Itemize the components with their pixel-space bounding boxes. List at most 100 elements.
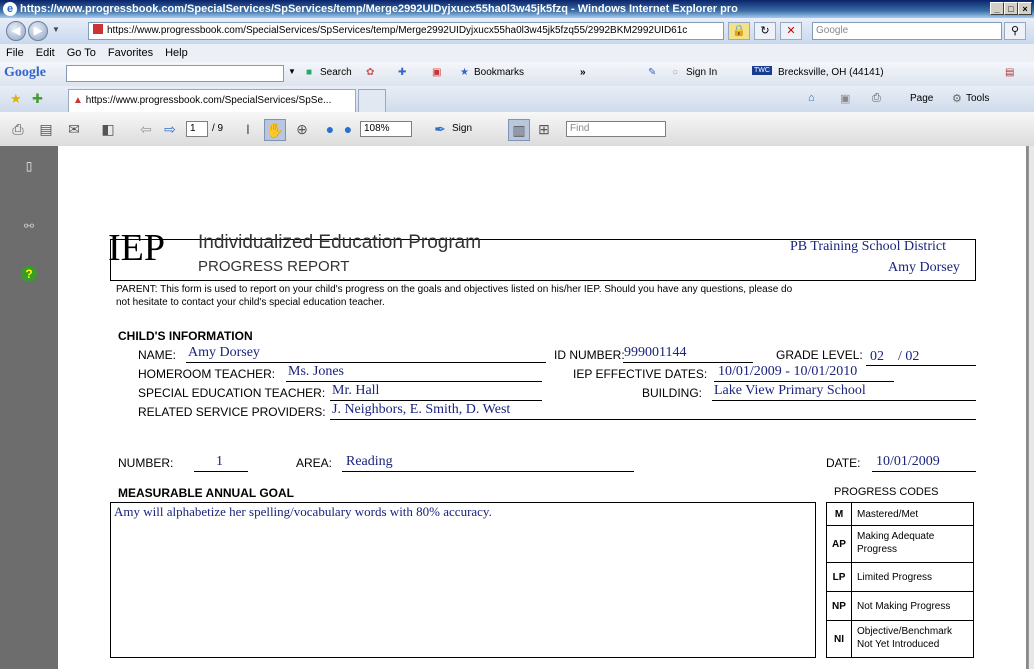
- menu-go-to[interactable]: Go To: [61, 44, 102, 62]
- code-row: LP Limited Progress: [827, 563, 973, 592]
- home-icon[interactable]: ⌂: [808, 92, 815, 104]
- menu-edit[interactable]: Edit: [30, 44, 61, 62]
- security-lock-icon[interactable]: 🔒: [728, 22, 750, 40]
- page-menu[interactable]: Page: [910, 93, 933, 104]
- bookmarks-star-icon[interactable]: ★: [460, 67, 469, 78]
- fit-width-icon[interactable]: ▥: [508, 119, 530, 141]
- google-toolbar: Google ▼ ■ Search ✿ ✚ ▣ ★ Bookmarks » ✎ …: [0, 62, 1034, 87]
- code-desc: Mastered/Met: [857, 508, 919, 520]
- report-date: 10/01/2009: [876, 454, 940, 469]
- print-icon[interactable]: ⎙: [8, 119, 28, 139]
- zoom-in-icon[interactable]: ●: [338, 119, 358, 139]
- more-chevron-icon[interactable]: »: [580, 67, 586, 78]
- zoom-select[interactable]: 108%: [360, 121, 412, 137]
- menu-file[interactable]: File: [0, 44, 30, 62]
- parent-note-line2: not hesitate to contact your child's spe…: [116, 297, 385, 308]
- google-search-input[interactable]: [66, 65, 284, 82]
- close-window-button[interactable]: ×: [1018, 2, 1032, 15]
- fit-page-icon[interactable]: ⊞: [534, 119, 554, 139]
- hand-doc-icon[interactable]: ◧: [98, 119, 118, 139]
- print-icon[interactable]: ⎙: [872, 92, 881, 105]
- email-icon[interactable]: ✉: [64, 119, 84, 139]
- code-row: M Mastered/Met: [827, 503, 973, 526]
- code-abbr: LP: [827, 563, 852, 591]
- refresh-icon[interactable]: ↻: [754, 22, 776, 40]
- stop-icon[interactable]: ✕: [780, 22, 802, 40]
- tab-row: ★ ✚ ▲ https://www.progressbook.com/Speci…: [0, 86, 1034, 112]
- next-page-icon[interactable]: ⇨: [160, 119, 180, 139]
- search-input[interactable]: Google: [812, 22, 1002, 40]
- date-label: DATE:: [826, 456, 861, 470]
- internet-explorer-icon: e: [3, 2, 17, 16]
- history-dropdown-icon[interactable]: ▼: [52, 25, 60, 34]
- sign-in-radio-icon[interactable]: ○: [672, 67, 678, 78]
- code-row: AP Making Adequate Progress: [827, 526, 973, 563]
- attachments-icon[interactable]: ⚯: [21, 218, 37, 234]
- select-text-icon[interactable]: I: [238, 119, 258, 139]
- code-abbr: NI: [827, 621, 852, 657]
- back-icon[interactable]: ◀: [6, 21, 26, 41]
- bookmarks-button[interactable]: Bookmarks: [474, 67, 524, 78]
- find-input[interactable]: Find: [566, 121, 666, 137]
- grade-label: GRADE LEVEL:: [776, 348, 863, 362]
- code-abbr: NP: [827, 592, 852, 620]
- tools-menu[interactable]: Tools: [966, 93, 989, 104]
- iep-logo: IEP: [108, 227, 165, 269]
- code-desc-2: Not Yet Introduced: [857, 639, 940, 650]
- menu-help[interactable]: Help: [159, 44, 194, 62]
- previous-page-icon[interactable]: ⇦: [136, 119, 156, 139]
- address-text: https://www.progressbook.com/SpecialServ…: [107, 25, 688, 36]
- toolbar-options-icon[interactable]: ▤: [1005, 67, 1014, 78]
- new-tab-button[interactable]: [358, 89, 386, 112]
- sign-pen-icon[interactable]: ✒: [430, 119, 450, 139]
- save-icon[interactable]: ▤: [36, 119, 56, 139]
- service-providers: J. Neighbors, E. Smith, D. West: [332, 402, 511, 417]
- doc-title: Individualized Education Program: [198, 232, 482, 253]
- zoom-out-icon[interactable]: ●: [320, 119, 340, 139]
- zoom-tool-icon[interactable]: ⊕: [292, 119, 312, 139]
- id-number: 999001144: [624, 345, 687, 360]
- popup-blocker-icon[interactable]: ▣: [432, 67, 441, 78]
- pdf-sidebar: ▯ ⚯ ?: [0, 146, 58, 669]
- tools-gear-icon[interactable]: ⚙: [952, 92, 962, 105]
- pdf-toolbar: ⎙ ▤ ✉ ◧ ⇦ ⇨ 1 / 9 I ✋ ⊕ ● ● 108% ✒ Sign …: [0, 112, 1034, 147]
- pages-panel-icon[interactable]: ▯: [21, 158, 37, 174]
- minimize-button[interactable]: _: [990, 2, 1004, 15]
- search-icon[interactable]: ⚲: [1004, 22, 1026, 40]
- browser-tab[interactable]: ▲ https://www.progressbook.com/SpecialSe…: [68, 89, 356, 112]
- help-icon[interactable]: ?: [21, 266, 37, 282]
- wrench-icon[interactable]: ✎: [648, 67, 656, 78]
- pdf-viewer[interactable]: IEP Individualized Education Program PRO…: [58, 146, 1028, 669]
- google-search-button[interactable]: Search: [320, 67, 352, 78]
- code-row: NI Objective/Benchmark Not Yet Introduced: [827, 621, 973, 657]
- vertical-scrollbar[interactable]: [1028, 146, 1034, 669]
- sign-button[interactable]: Sign: [452, 123, 472, 134]
- code-desc: Making Adequate: [857, 531, 935, 542]
- twc-logo[interactable]: TWC: [752, 66, 772, 75]
- weather-location[interactable]: Brecksville, OH (44141): [778, 67, 884, 78]
- address-input[interactable]: https://www.progressbook.com/SpecialServ…: [88, 22, 724, 40]
- plus-icon[interactable]: ✚: [398, 67, 406, 78]
- sign-in-button[interactable]: Sign In: [686, 67, 717, 78]
- menu-favorites[interactable]: Favorites: [102, 44, 159, 62]
- code-desc: Objective/Benchmark: [857, 626, 953, 637]
- page-number-input[interactable]: 1: [186, 121, 208, 137]
- add-favorites-icon[interactable]: ✚: [32, 91, 43, 107]
- tab-label: https://www.progressbook.com/SpecialServ…: [85, 95, 332, 106]
- google-dropdown-icon[interactable]: ▼: [288, 67, 296, 76]
- goal-box: [110, 502, 816, 658]
- forward-icon[interactable]: ▶: [28, 21, 48, 41]
- flower-icon[interactable]: ✿: [366, 67, 374, 78]
- hand-tool-icon[interactable]: ✋: [264, 119, 286, 141]
- feeds-icon[interactable]: ▣: [840, 92, 850, 105]
- google-logo: Google: [4, 65, 46, 80]
- grade-a: 02: [870, 349, 884, 364]
- number-label: NUMBER:: [118, 456, 174, 470]
- page-icon: [93, 24, 103, 34]
- document-page: IEP Individualized Education Program PRO…: [58, 146, 1026, 669]
- code-desc: Not Making Progress: [857, 600, 951, 612]
- maximize-button[interactable]: □: [1004, 2, 1018, 15]
- tab-favicon-icon: ▲: [73, 95, 83, 106]
- google-search-icon[interactable]: ■: [306, 67, 312, 78]
- favorites-star-icon[interactable]: ★: [10, 91, 22, 107]
